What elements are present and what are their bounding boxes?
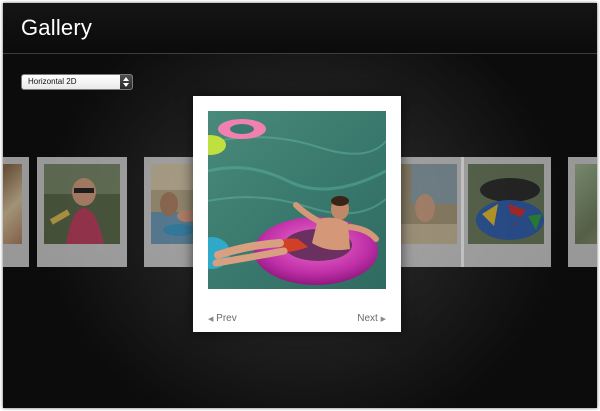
thumbnail-left-2[interactable]: [37, 157, 127, 267]
thumbnail-image: [575, 164, 597, 244]
next-label: Next: [357, 313, 378, 324]
view-mode-selected-value: Horizontal 2D: [28, 77, 77, 86]
prev-button[interactable]: ◀ Prev: [208, 313, 237, 324]
thumbnail-image: [3, 164, 22, 244]
page-title: Gallery: [21, 15, 93, 40]
thumbnail-image: [44, 164, 120, 244]
thumbnail-left-3[interactable]: [3, 157, 29, 267]
right-triangle-icon: ▶: [380, 316, 386, 323]
view-mode-select[interactable]: Horizontal 2D: [21, 74, 133, 90]
main-photo: [208, 111, 386, 289]
updown-arrows-icon: [120, 75, 132, 89]
prev-label: Prev: [216, 313, 237, 324]
next-button[interactable]: Next ▶: [357, 313, 386, 324]
thumbnail-image: [468, 164, 544, 244]
thumbnail-right-3[interactable]: [568, 157, 597, 267]
left-triangle-icon: ◀: [208, 316, 214, 323]
gallery-window: Gallery Horizontal 2D ◀ Prev Next ▶: [3, 3, 597, 408]
main-photo-card[interactable]: ◀ Prev Next ▶: [193, 96, 401, 332]
thumbnail-right-2[interactable]: [461, 157, 551, 267]
title-bar: Gallery: [3, 3, 597, 54]
